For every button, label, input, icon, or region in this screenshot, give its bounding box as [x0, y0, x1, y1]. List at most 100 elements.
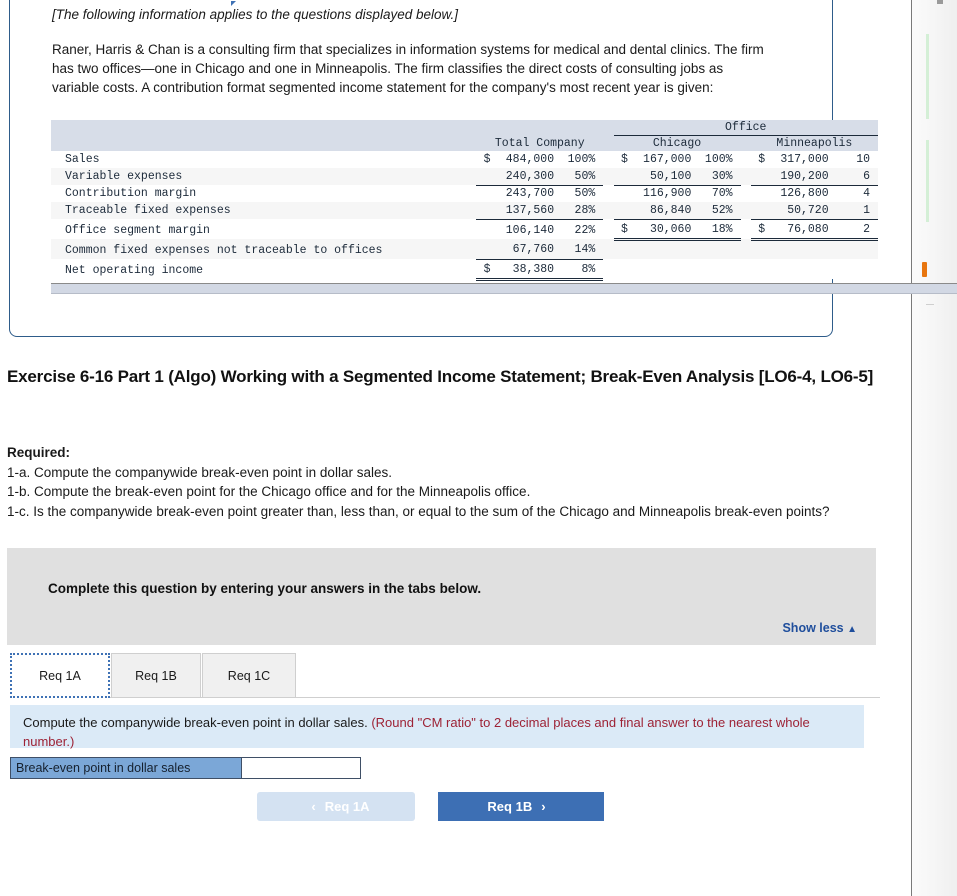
- next-button-label: Req 1B: [487, 799, 533, 814]
- row-label: Contribution margin: [65, 187, 197, 200]
- question-prompt: Compute the companywide break-even point…: [23, 715, 368, 730]
- cell-total-currency: [476, 219, 490, 239]
- column-header-minneapolis: Minneapolis: [750, 135, 878, 151]
- cell-chicago-percent: 30%: [691, 168, 741, 186]
- cell-total-percent: 28%: [554, 202, 604, 220]
- cell-total-currency: [476, 168, 491, 186]
- cell-minneapolis-percent: 4: [863, 187, 870, 201]
- table-row: Net operating income $ 38,380 8%: [51, 259, 878, 281]
- table-row: Office segment margin 106,140 22% $ 30,0…: [51, 219, 878, 241]
- cell-total-value: 240,300: [490, 168, 555, 186]
- table-row: Traceable fixed expenses 137,560 28% 86,…: [51, 202, 878, 220]
- instructions-text: Complete this question by entering your …: [48, 581, 482, 596]
- table-column-header-row: Total Company Chicago Minneapolis: [51, 135, 878, 151]
- page-title: Exercise 6-16 Part 1 (Algo) Working with…: [7, 367, 874, 386]
- page-root: [The following information applies to th…: [0, 0, 957, 896]
- tab-req-1a[interactable]: Req 1A: [10, 653, 110, 698]
- row-label: Variable expenses: [65, 170, 183, 183]
- sliver-top-mark: [937, 0, 943, 4]
- answer-row: Break-even point in dollar sales: [10, 757, 361, 779]
- cell-total-value: 243,700: [505, 187, 555, 201]
- show-less-toggle[interactable]: Show less ▲: [782, 621, 857, 635]
- table-group-header-row: Office: [51, 120, 878, 136]
- tabstrip: Req 1A Req 1B Req 1C: [10, 653, 880, 698]
- column-header-total-company: Total Company: [476, 135, 604, 151]
- cell-total-percent: 22%: [574, 223, 596, 237]
- cell-chicago-percent: 52%: [691, 202, 741, 220]
- scrollbar-thumb[interactable]: [51, 284, 957, 293]
- cell-minneapolis-value: 126,800: [780, 187, 829, 201]
- prev-button-label: Req 1A: [324, 799, 370, 814]
- cell-chicago-value: 86,840: [627, 202, 692, 220]
- row-label: Net operating income: [65, 263, 204, 277]
- segmented-income-statement-scroll[interactable]: Office Total Company Chicago Minneapolis…: [51, 120, 957, 282]
- statement-horizontal-scrollbar[interactable]: [51, 283, 957, 294]
- caret-up-icon: ▲: [847, 624, 857, 635]
- tab-req-1b[interactable]: Req 1B: [111, 653, 201, 698]
- group-header-office: Office: [613, 120, 878, 136]
- cell-minneapolis-currency: [750, 168, 766, 186]
- info-note: [The following information applies to th…: [52, 7, 458, 22]
- cell-chicago-currency: [613, 168, 628, 186]
- show-less-label: Show less: [782, 621, 844, 635]
- break-even-dollar-sales-input[interactable]: [241, 758, 360, 778]
- required-item-1b: 1-b. Compute the break-even point for th…: [7, 484, 531, 499]
- cell-chicago-value: 116,900: [643, 187, 692, 201]
- cell-minneapolis-currency: $: [758, 153, 766, 166]
- cell-minneapolis-percent: 10: [856, 153, 870, 166]
- cell-total-value: 137,560: [490, 202, 555, 220]
- table-row: Sales $ 484,000 100% $ 167,000 100% $ 31…: [51, 151, 878, 168]
- cell-minneapolis-value: 76,080: [765, 219, 829, 241]
- cell-total-value: 38,380: [490, 259, 555, 281]
- cell-chicago-percent: 18%: [691, 219, 741, 241]
- prev-req-1a-button[interactable]: ‹ Req 1A: [257, 792, 415, 821]
- cell-minneapolis-value: 190,200: [765, 168, 829, 186]
- segmented-income-statement-table: Office Total Company Chicago Minneapolis…: [51, 120, 878, 281]
- column-header-chicago: Chicago: [613, 135, 741, 151]
- sliver-green-bar-1: [926, 34, 929, 119]
- cell-minneapolis-percent: 2: [828, 219, 878, 241]
- cell-total-currency: [476, 185, 490, 202]
- cell-total-currency: [476, 202, 491, 220]
- cell-minneapolis-value: 50,720: [765, 202, 829, 220]
- tab-label: Req 1B: [135, 668, 177, 683]
- instructions-panel: Complete this question by entering your …: [7, 548, 876, 645]
- cell-minneapolis-currency: [751, 185, 765, 202]
- chevron-right-icon: ›: [541, 799, 546, 814]
- cell-total-percent: 100%: [567, 153, 596, 166]
- cell-chicago-currency: [613, 202, 628, 220]
- cell-total-value: 106,140: [505, 223, 555, 237]
- cell-minneapolis-currency: $: [750, 219, 766, 241]
- cell-chicago-currency: $: [613, 219, 628, 241]
- cell-total-value: 484,000: [505, 153, 555, 166]
- row-label: Sales: [65, 153, 100, 166]
- sliver-tick: [926, 304, 934, 305]
- tab-label: Req 1A: [39, 668, 81, 683]
- required-item-1a: 1-a. Compute the companywide break-even …: [7, 464, 392, 480]
- cell-minneapolis-percent: 6: [828, 168, 878, 186]
- cell-chicago-currency: $: [620, 153, 628, 166]
- chevron-left-icon: ‹: [311, 799, 316, 814]
- cell-total-currency: $: [476, 259, 491, 281]
- cell-minneapolis-currency: [750, 202, 766, 220]
- cell-total-value: 67,760: [490, 239, 555, 260]
- next-req-1b-button[interactable]: Req 1B ›: [438, 792, 604, 821]
- cell-chicago-value: 30,060: [627, 219, 692, 241]
- tab-req-1c[interactable]: Req 1C: [202, 653, 296, 698]
- cell-chicago-currency: [614, 185, 628, 202]
- required-item-1c: 1-c. Is the companywide break-even point…: [7, 503, 830, 519]
- cell-total-percent: 50%: [574, 187, 596, 201]
- tab-label: Req 1C: [227, 668, 271, 683]
- question-text-wrapper: Compute the companywide break-even point…: [23, 713, 853, 751]
- cell-total-percent: 50%: [554, 168, 604, 186]
- row-label: Office segment margin: [65, 223, 210, 237]
- cell-total-percent: 8%: [554, 259, 604, 281]
- cell-minneapolis-value: 317,000: [780, 153, 829, 166]
- table-row: Common fixed expenses not traceable to o…: [51, 239, 878, 260]
- cell-total-currency: [476, 239, 491, 260]
- table-row: Variable expenses 240,300 50% 50,100 30%…: [51, 168, 878, 186]
- cell-total-percent: 14%: [554, 239, 604, 260]
- required-heading: Required:: [7, 445, 71, 460]
- table-row: Contribution margin 243,700 50% 116,900 …: [51, 185, 878, 202]
- cell-chicago-value: 50,100: [627, 168, 692, 186]
